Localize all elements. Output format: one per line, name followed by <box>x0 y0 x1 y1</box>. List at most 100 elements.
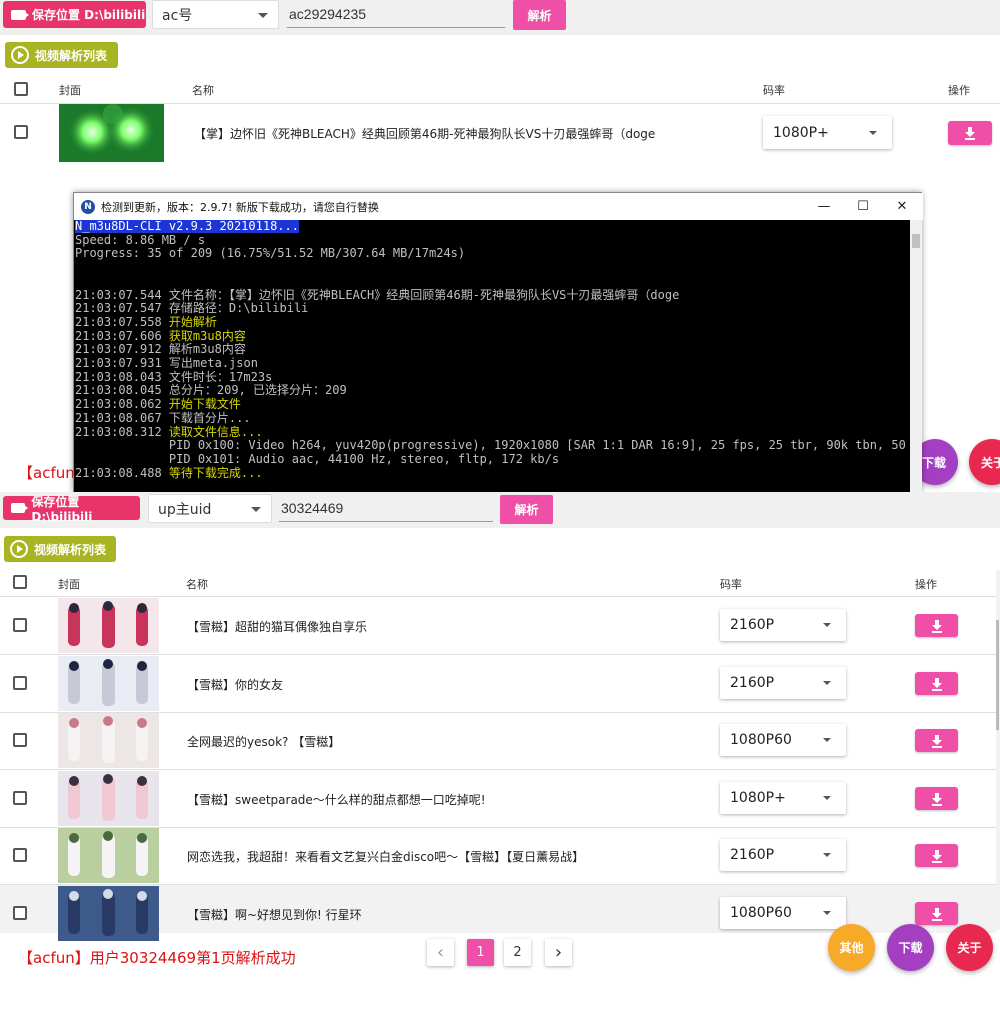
console-line: 21:03:07.558 开始解析 <box>75 314 217 329</box>
video-thumbnail <box>58 598 159 653</box>
video-list-label: 视频解析列表 <box>34 542 107 557</box>
video-list-button-1[interactable]: 视频解析列表 <box>5 42 118 68</box>
console-scrollbar[interactable] <box>910 220 922 492</box>
page-1-button[interactable]: 1 <box>467 939 494 966</box>
bitrate-select[interactable]: 1080P60 <box>720 724 846 756</box>
bitrate-select[interactable]: 2160P <box>720 839 846 871</box>
scrollbar-thumb[interactable] <box>912 234 920 248</box>
bitrate-select[interactable]: 1080P60 <box>720 897 846 929</box>
console-line: 21:03:07.931 写出meta.json <box>75 356 258 371</box>
header-name: 名称 <box>192 84 214 97</box>
fab-about-2[interactable]: 关于 <box>946 924 993 971</box>
bitrate-select[interactable]: 1080P+ <box>720 782 846 814</box>
prev-page-button[interactable]: ‹ <box>427 939 454 966</box>
console-line: PID 0x100: Video h264, yuv420p(progressi… <box>75 438 910 453</box>
bitrate-value: 2160P <box>730 617 775 633</box>
save-location-label: 保存位置 D:\bilibili <box>32 8 146 22</box>
chevron-down-icon <box>823 911 831 915</box>
chevron-down-icon <box>823 738 831 742</box>
list-scrollbar[interactable] <box>996 570 1000 930</box>
next-page-button[interactable]: › <box>545 939 572 966</box>
row-checkbox[interactable] <box>13 676 27 690</box>
bitrate-value: 2160P <box>730 847 775 863</box>
id-input-2[interactable] <box>279 494 493 522</box>
download-button[interactable] <box>915 614 958 637</box>
row-checkbox[interactable] <box>13 733 27 747</box>
video-thumbnail <box>58 828 159 883</box>
fab-label: 关于 <box>981 455 1000 470</box>
download-button[interactable] <box>915 729 958 752</box>
status-text-1: 【acfun <box>18 464 75 482</box>
save-location-button-1[interactable]: 保存位置 D:\bilibili <box>3 1 146 28</box>
bitrate-value: 1080P60 <box>730 905 792 921</box>
fab-download-2[interactable]: 下载 <box>887 924 934 971</box>
select-all-checkbox-1[interactable] <box>14 82 28 96</box>
download-button[interactable] <box>948 121 992 145</box>
chevron-down-icon <box>823 796 831 800</box>
download-button[interactable] <box>915 787 958 810</box>
console-line: 21:03:08.043 文件时长：17m23s <box>75 369 273 384</box>
download-button[interactable] <box>915 844 958 867</box>
video-thumbnail <box>58 656 159 711</box>
parse-button-2[interactable]: 解析 <box>500 495 553 524</box>
video-title: 【雪糍】sweetparade～什么样的甜点都想一口吃掉呢! <box>187 793 486 807</box>
video-title: 【雪糍】你的女友 <box>187 678 284 692</box>
minimize-button[interactable]: — <box>804 193 844 220</box>
bitrate-value: 1080P+ <box>773 124 829 141</box>
row-checkbox[interactable] <box>13 791 27 805</box>
app-icon: N <box>81 199 95 214</box>
console-line: 21:03:08.488 等待下载完成... <box>75 465 263 480</box>
id-type-select-2[interactable]: up主uid <box>148 494 272 523</box>
header-name: 名称 <box>186 578 208 591</box>
row-checkbox[interactable] <box>13 848 27 862</box>
console-line: PID 0x101: Audio aac, 44100 Hz, stereo, … <box>75 451 560 466</box>
parse-button-1[interactable]: 解析 <box>513 0 566 30</box>
status-text-2: 【acfun】用户30324469第1页解析成功 <box>18 949 296 967</box>
console-line: 21:03:08.312 读取文件信息... <box>75 424 263 439</box>
header-cover: 封面 <box>58 578 80 591</box>
download-icon <box>965 127 975 140</box>
close-button[interactable]: ✕ <box>882 193 922 220</box>
row-checkbox[interactable] <box>14 125 28 139</box>
download-icon <box>931 792 942 806</box>
fab-label: 下载 <box>921 455 946 470</box>
console-line: 21:03:08.067 下载首分片... <box>75 410 251 425</box>
fab-about-1[interactable]: 关于 <box>969 439 1000 485</box>
download-icon <box>931 619 942 633</box>
video-list-label: 视频解析列表 <box>35 48 108 63</box>
row-checkbox[interactable] <box>13 906 27 920</box>
id-type-select-1[interactable]: ac号 <box>152 0 279 29</box>
download-button[interactable] <box>915 902 958 925</box>
chevron-down-icon <box>823 853 831 857</box>
video-thumbnail <box>58 886 159 941</box>
page-2-button[interactable]: 2 <box>504 939 531 966</box>
id-input-1[interactable] <box>287 0 505 28</box>
download-button[interactable] <box>915 672 958 695</box>
select-all-checkbox-2[interactable] <box>13 575 27 589</box>
fab-other[interactable]: 其他 <box>828 924 875 971</box>
id-type-value: up主uid <box>158 501 212 518</box>
bitrate-select[interactable]: 1080P+ <box>763 116 892 149</box>
header-action: 操作 <box>915 578 937 591</box>
divider <box>0 769 996 770</box>
bitrate-select[interactable]: 2160P <box>720 667 846 699</box>
maximize-button[interactable]: ☐ <box>843 193 883 220</box>
console-output: N_m3u8DL-CLI v2.9.3 20210118... Speed: 8.… <box>74 220 910 492</box>
download-icon <box>931 907 942 921</box>
row-checkbox[interactable] <box>13 618 27 632</box>
scrollbar-thumb[interactable] <box>996 620 999 730</box>
video-thumbnail <box>59 104 164 162</box>
video-title: 全网最迟的yesok? 【雪糍】 <box>187 735 341 749</box>
chevron-down-icon <box>251 506 261 512</box>
console-titlebar[interactable]: N 检测到更新，版本：2.9.7! 新版下载成功，请您自行替换 <box>74 193 923 220</box>
bitrate-value: 1080P60 <box>730 732 792 748</box>
play-circle-icon <box>11 46 29 64</box>
video-title: 【雪糍】啊~好想见到你! 行星环 <box>187 908 362 922</box>
bitrate-select[interactable]: 2160P <box>720 609 846 641</box>
id-type-value: ac号 <box>162 7 193 24</box>
divider <box>0 654 996 655</box>
video-list-button-2[interactable]: 视频解析列表 <box>4 536 116 562</box>
save-location-button-2[interactable]: 保存位置 D:\bilibili <box>3 495 140 524</box>
